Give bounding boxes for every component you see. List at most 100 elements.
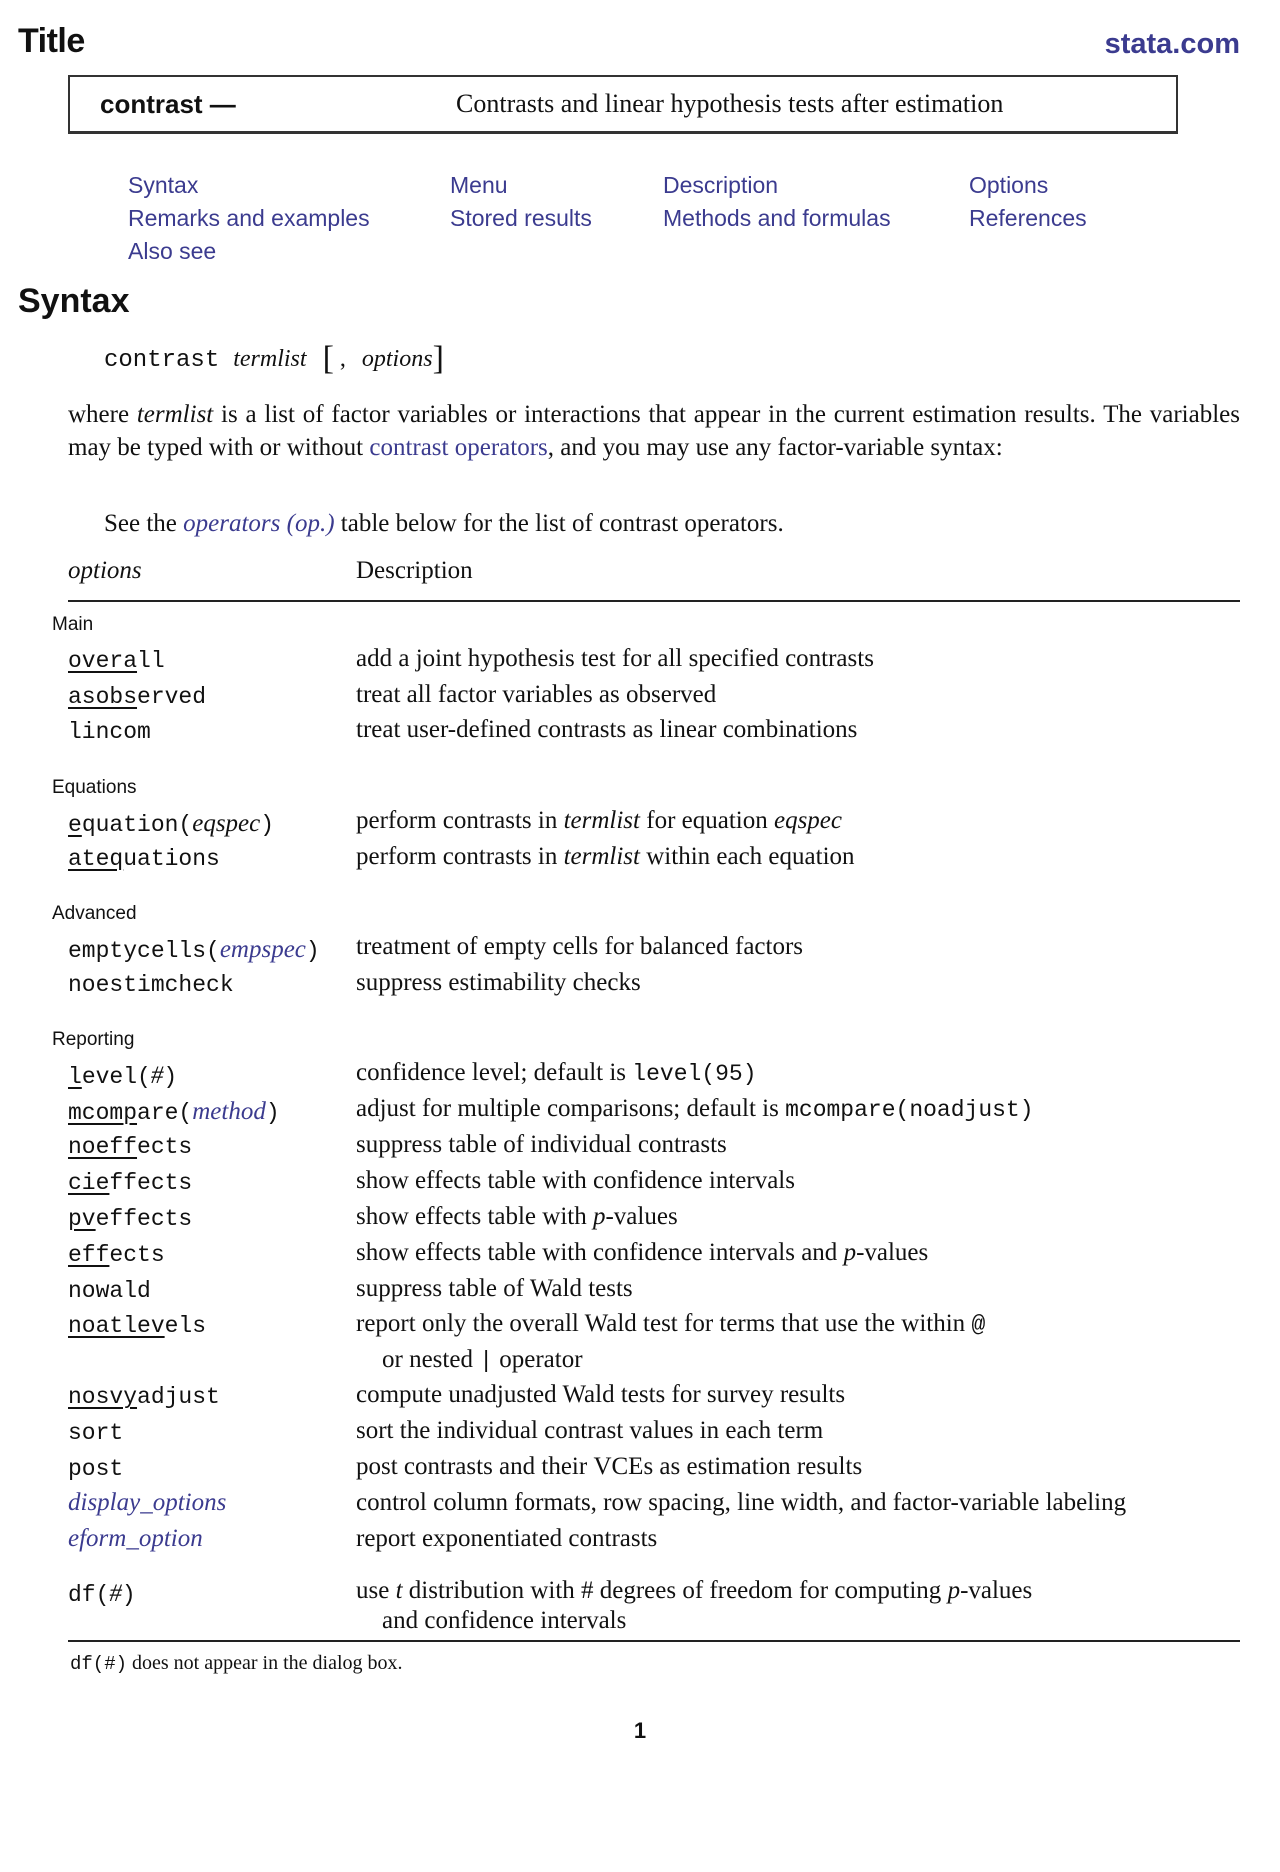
text: where xyxy=(68,401,137,428)
footnote: df(#) does not appear in the dialog box. xyxy=(70,1652,403,1675)
table-header-description: Description xyxy=(356,557,473,584)
option-overall: overall xyxy=(68,648,165,674)
nav-link-menu[interactable]: Menu xyxy=(450,172,508,199)
abbrev: overa xyxy=(68,648,138,674)
text: post contrasts and their xyxy=(356,1453,594,1480)
option-noeffects-description: suppress table of individual contrasts xyxy=(356,1131,727,1158)
text: report only the overall Wald test for te… xyxy=(356,1310,972,1337)
text: -values xyxy=(856,1239,929,1266)
footnote-code: df(#) xyxy=(70,1653,128,1675)
text: p xyxy=(843,1239,857,1266)
option-mcompare-description: adjust for multiple comparisons; default… xyxy=(356,1095,1034,1123)
display-options-link[interactable]: display_options xyxy=(68,1489,226,1517)
option-nowald: nowald xyxy=(68,1278,151,1304)
option-nosvyadjust-description: compute unadjusted Wald tests for survey… xyxy=(356,1381,846,1408)
text: p xyxy=(947,1577,961,1604)
eform-option-link[interactable]: eform_option xyxy=(68,1525,203,1553)
section-label-title: Title xyxy=(18,22,85,60)
arg: # xyxy=(109,1580,122,1607)
group-label-advanced: Advanced xyxy=(52,903,137,924)
option-cieffects-description: show effects table with confidence inter… xyxy=(356,1167,795,1194)
rest: ects xyxy=(109,1242,165,1268)
text: See the xyxy=(104,510,184,537)
option-post: post xyxy=(68,1456,124,1482)
close: ) xyxy=(163,1064,178,1090)
close: ) xyxy=(305,938,320,964)
rest: ll xyxy=(137,648,165,674)
termlist-paragraph: where termlist is a list of factor varia… xyxy=(68,398,1240,464)
syntax-open-bracket: [ xyxy=(322,340,334,377)
operators-paragraph: See the operators (op.) table below for … xyxy=(104,510,784,538)
option-noatlevels: noatlevels xyxy=(68,1313,206,1339)
footnote-text: does not appear in the dialog box. xyxy=(127,1652,403,1674)
text: -values xyxy=(960,1577,1033,1604)
rest: erved xyxy=(137,684,207,710)
text: confidence level; default is xyxy=(356,1059,633,1086)
text: within each equation xyxy=(640,843,855,870)
option-effects: effects xyxy=(68,1242,165,1268)
option-emptycells-description: treatment of empty cells for balanced fa… xyxy=(356,933,804,960)
stata-site-link[interactable]: stata.com xyxy=(1105,28,1240,61)
text: table below for the list of contrast ope… xyxy=(334,510,784,537)
empspec-link[interactable]: empspec xyxy=(220,936,306,963)
nav-link-syntax[interactable]: Syntax xyxy=(128,172,198,199)
option-cieffects: cieffects xyxy=(68,1170,192,1196)
title-box: contrast — Contrasts and linear hypothes… xyxy=(68,75,1178,134)
nav-link-also-see[interactable]: Also see xyxy=(128,238,216,265)
syntax-line: contrast termlist [, options] xyxy=(104,340,444,378)
option-level: level(#) xyxy=(68,1062,177,1090)
option-display-options-description: control column formats, row spacing, lin… xyxy=(356,1489,1127,1516)
rest: adjust xyxy=(137,1384,220,1410)
nav-link-options[interactable]: Options xyxy=(969,172,1048,199)
title-dash: — xyxy=(202,89,236,119)
text: use xyxy=(356,1577,396,1604)
rest: els xyxy=(164,1313,207,1339)
nav-link-description[interactable]: Description xyxy=(663,172,778,199)
code: mcompare(noadjust) xyxy=(785,1097,1034,1123)
option-sort: sort xyxy=(68,1420,124,1446)
option-lincom: lincom xyxy=(68,719,151,745)
name: df( xyxy=(68,1582,110,1608)
contrast-operators-link[interactable]: contrast operators xyxy=(369,434,547,461)
text: s as estimation results xyxy=(643,1453,863,1480)
abbrev: pv xyxy=(68,1206,96,1232)
abbrev: eff xyxy=(68,1242,110,1268)
option-level-description: confidence level; default is level(95) xyxy=(356,1059,757,1087)
abbrev: asobs xyxy=(68,684,138,710)
text: eqspec xyxy=(773,807,843,834)
text: or nested xyxy=(382,1346,480,1373)
nav-link-references[interactable]: References xyxy=(969,205,1087,232)
option-noestimcheck-description: suppress estimability checks xyxy=(356,969,641,996)
option-emptycells: emptycells(empspec) xyxy=(68,936,320,964)
text: show effects table with confidence inter… xyxy=(356,1239,844,1266)
rest: uations xyxy=(123,846,220,872)
option-pveffects: pveffects xyxy=(68,1206,192,1232)
nav-link-stored-results[interactable]: Stored results xyxy=(450,205,592,232)
syntax-close-bracket: ] xyxy=(432,340,444,377)
operators-op-link[interactable]: operators (op.) xyxy=(183,510,334,537)
text: distribution with # degrees of freedom f… xyxy=(402,1577,948,1604)
option-nowald-description: suppress table of Wald tests xyxy=(356,1275,633,1302)
text: perform contrasts in xyxy=(356,843,564,870)
group-label-equations: Equations xyxy=(52,777,137,798)
text: for equation xyxy=(640,807,774,834)
option-equation-description: perform contrasts in termlist for equati… xyxy=(356,807,842,835)
option-asobserved: asobserved xyxy=(68,684,206,710)
text: adjust for multiple comparisons; default… xyxy=(356,1095,786,1122)
text: perform contrasts in xyxy=(356,807,564,834)
text: -values xyxy=(605,1203,678,1230)
table-top-rule xyxy=(68,600,1240,602)
command-name: contrast xyxy=(100,89,203,119)
nav-link-methods-and-formulas[interactable]: Methods and formulas xyxy=(663,205,891,232)
arg: eqspec xyxy=(192,810,261,837)
close: ) xyxy=(121,1582,136,1608)
nav-link-remarks-and-examples[interactable]: Remarks and examples xyxy=(128,205,370,232)
group-label-main: Main xyxy=(52,614,94,635)
code: | xyxy=(479,1348,494,1374)
method-link[interactable]: method xyxy=(192,1098,266,1125)
text: termlist xyxy=(563,843,640,870)
option-df: df(#) xyxy=(68,1580,136,1608)
code: @ xyxy=(971,1312,986,1338)
option-df-description-cont: and confidence intervals xyxy=(382,1607,627,1634)
option-nosvyadjust: nosvyadjust xyxy=(68,1384,220,1410)
